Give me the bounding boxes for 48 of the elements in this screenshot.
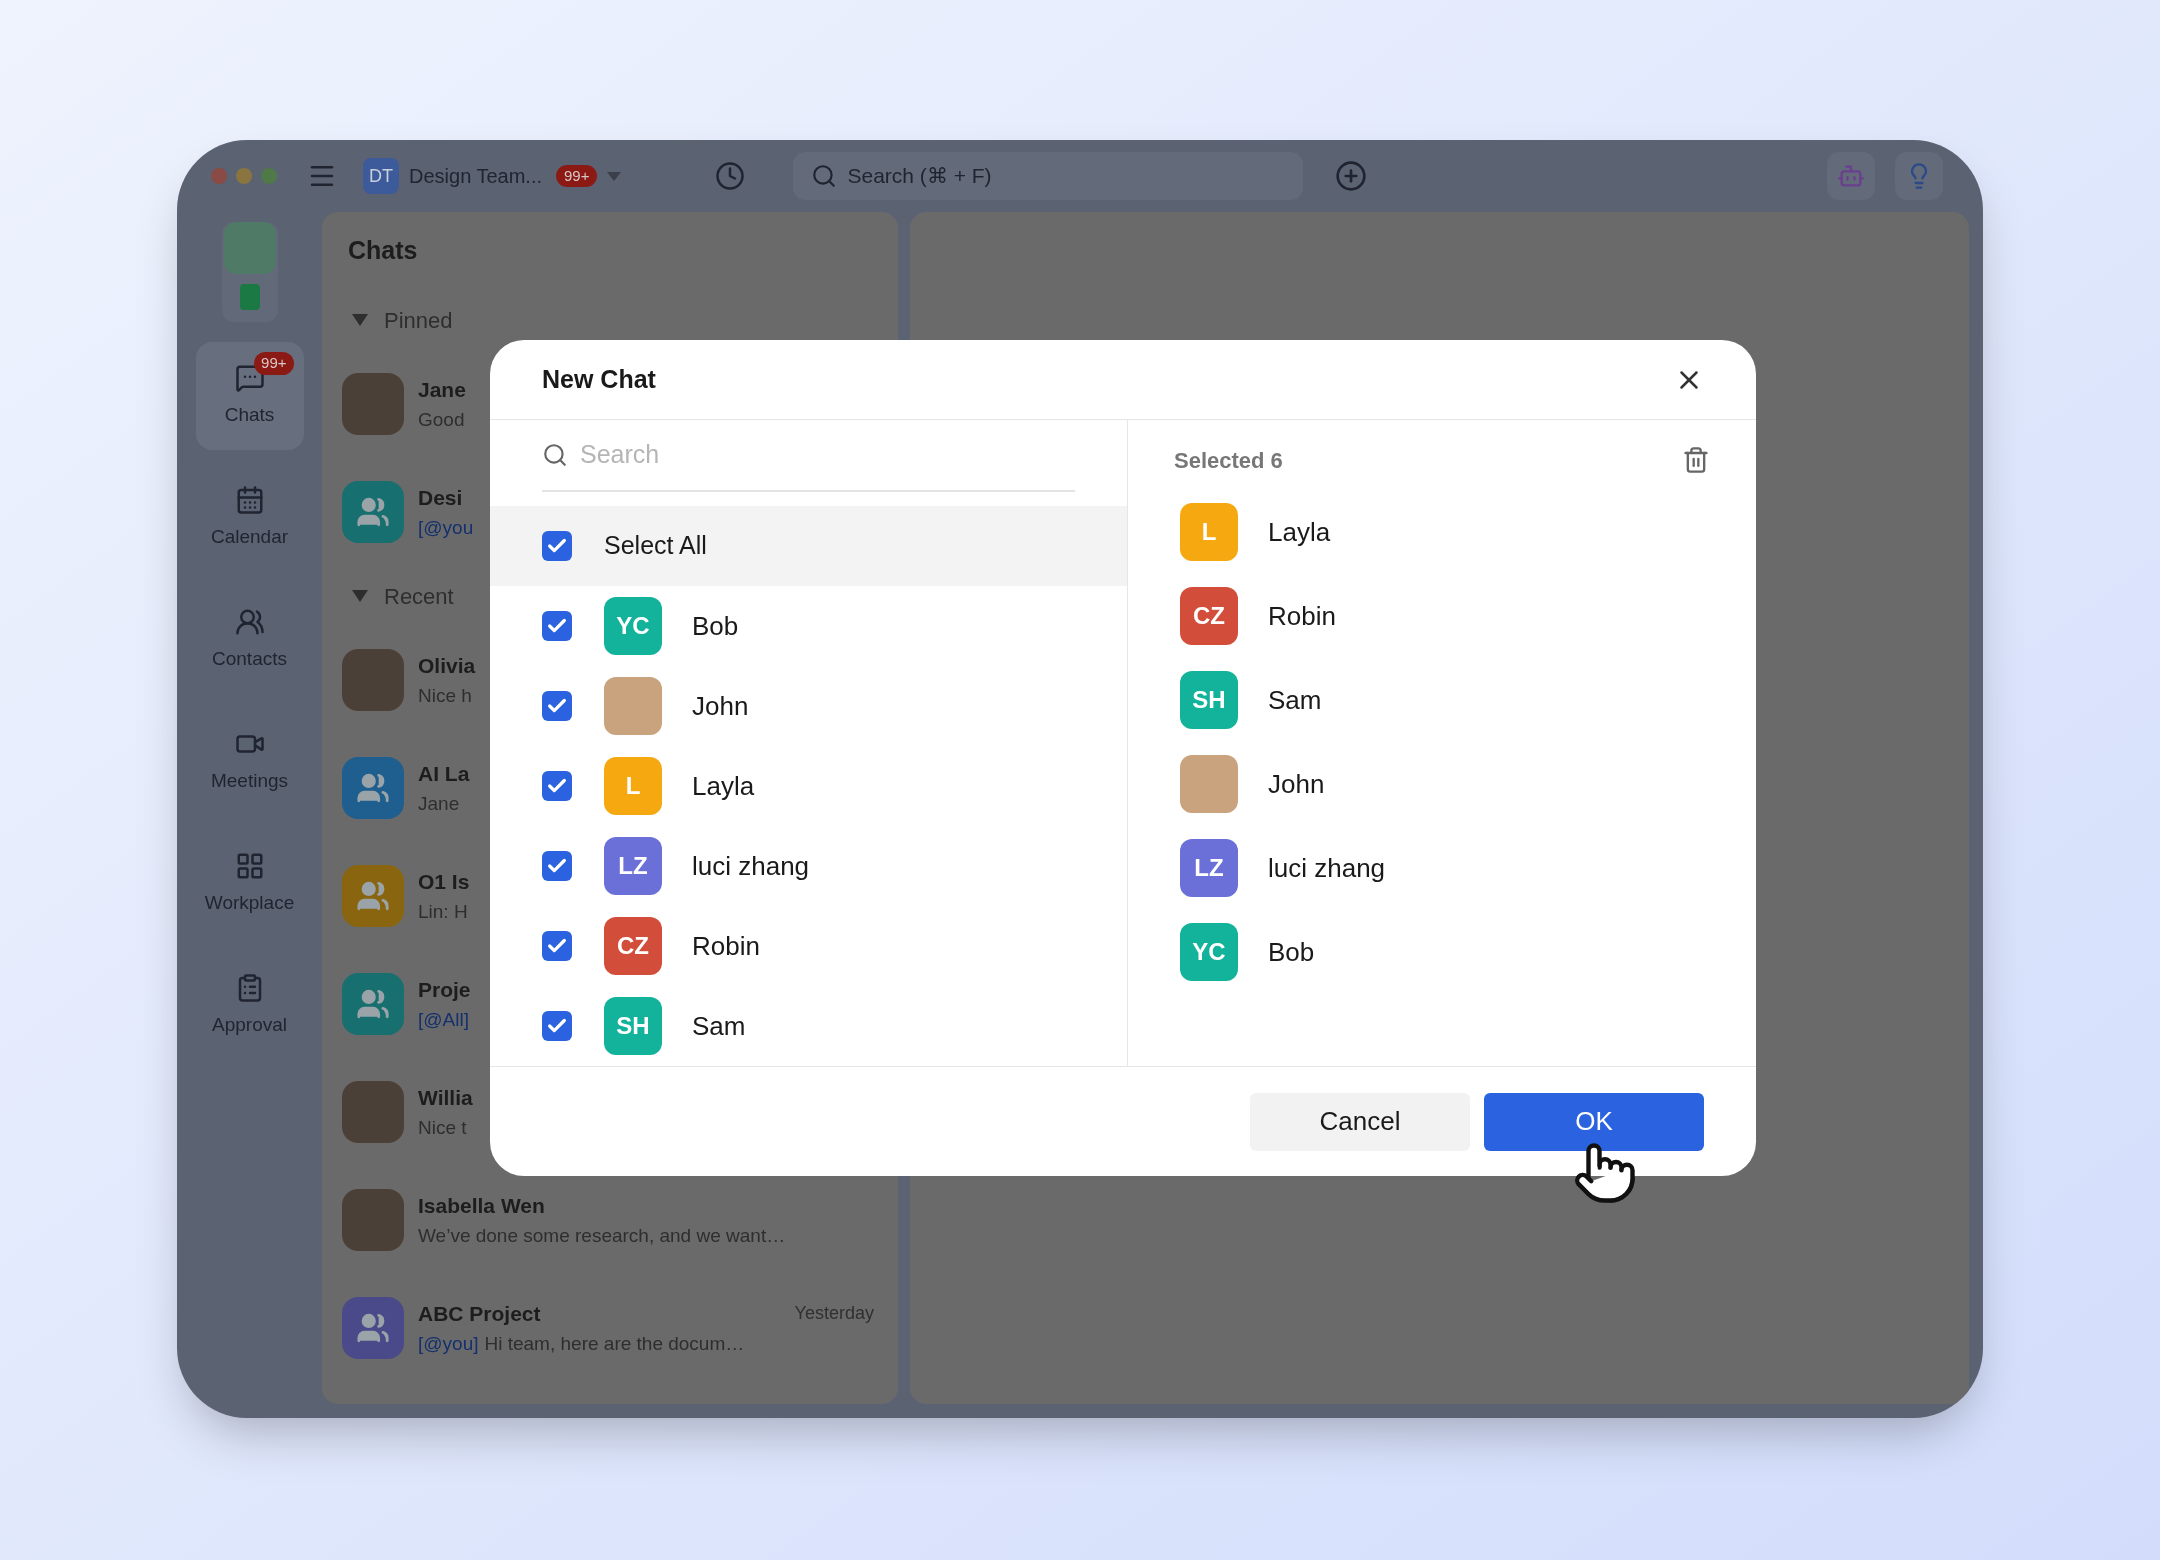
chat-name: O1 Is bbox=[418, 869, 470, 895]
chat-name: AI La bbox=[418, 761, 470, 787]
chat-preview: Nice t bbox=[418, 1115, 467, 1140]
mention-tag: [@All] bbox=[418, 1005, 469, 1034]
chat-time: Yesterday bbox=[794, 1302, 874, 1326]
contact-name: John bbox=[1268, 767, 1325, 801]
initials-avatar: LZ bbox=[604, 837, 662, 895]
chat-name: ABC Project bbox=[418, 1301, 541, 1327]
panel-title: Chats bbox=[348, 235, 418, 267]
chat-preview: Nice h bbox=[418, 683, 472, 708]
chat-preview: Hi team, here are the docum… bbox=[484, 1331, 745, 1356]
initials-avatar: CZ bbox=[604, 917, 662, 975]
chat-preview: We’ve done some research, and we want… bbox=[418, 1223, 786, 1248]
contact-name: Bob bbox=[692, 609, 739, 643]
chat-preview: Good bbox=[418, 407, 465, 432]
chat-preview: Jane bbox=[418, 791, 460, 816]
workspace-avatar: DT bbox=[363, 158, 399, 194]
initials-avatar: YC bbox=[604, 597, 662, 655]
mention-tag: [@you] bbox=[418, 1329, 479, 1358]
contact-name: Sam bbox=[1268, 683, 1322, 717]
contact-name: Bob bbox=[1268, 935, 1315, 969]
chat-name: Proje bbox=[418, 977, 471, 1003]
initials-avatar: L bbox=[604, 757, 662, 815]
chat-name: Jane bbox=[418, 377, 466, 403]
initials-avatar: SH bbox=[604, 997, 662, 1055]
contact-name: Layla bbox=[1268, 515, 1331, 549]
chat-name: Isabella Wen bbox=[418, 1193, 545, 1219]
contact-name: Layla bbox=[692, 769, 755, 803]
mention-tag: [@you bbox=[418, 513, 474, 542]
dialog-title: New Chat bbox=[542, 363, 656, 395]
contact-name: Robin bbox=[692, 929, 760, 963]
contact-name: luci zhang bbox=[1268, 851, 1386, 885]
initials-avatar: SH bbox=[1180, 671, 1238, 729]
contact-name: John bbox=[692, 689, 749, 723]
contact-name: Robin bbox=[1268, 599, 1336, 633]
unread-badge: 99+ bbox=[254, 352, 294, 375]
unread-badge: 99+ bbox=[556, 164, 598, 188]
selected-count: Selected 6 bbox=[1174, 446, 1283, 475]
contact-name: Sam bbox=[692, 1009, 746, 1043]
chat-name: Willia bbox=[418, 1085, 473, 1111]
contact-name: luci zhang bbox=[692, 849, 810, 883]
chat-name: Desi bbox=[418, 485, 463, 511]
chat-name: Olivia bbox=[418, 653, 476, 679]
initials-avatar: L bbox=[1180, 503, 1238, 561]
initials-avatar: CZ bbox=[1180, 587, 1238, 645]
initials-avatar: YC bbox=[1180, 923, 1238, 981]
chat-preview: Lin: H bbox=[418, 899, 468, 924]
initials-avatar: LZ bbox=[1180, 839, 1238, 897]
